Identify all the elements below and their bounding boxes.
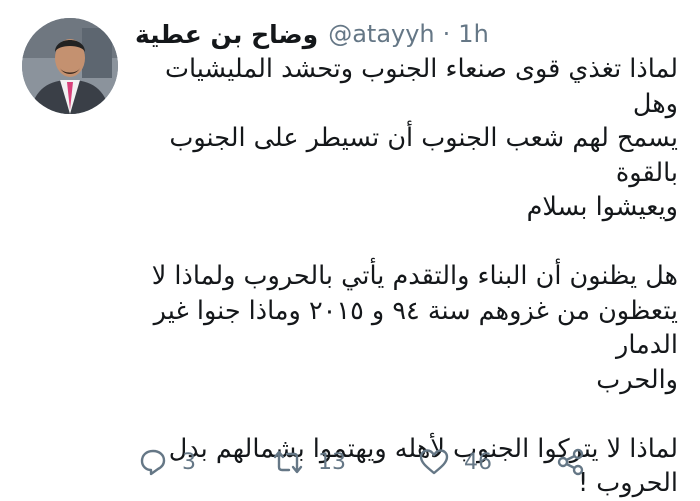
tweet-actions: 3 13 46 xyxy=(130,440,650,484)
retweet-button[interactable]: 13 xyxy=(272,440,346,484)
tweet-line: والحرب xyxy=(596,364,678,395)
author-name[interactable]: وضاح بن عطية xyxy=(135,20,318,49)
retweet-icon xyxy=(273,450,303,474)
author-handle[interactable]: @atayyh xyxy=(328,20,434,48)
share-button[interactable] xyxy=(556,440,586,484)
tweet-line: لماذا تغذي قوى صنعاء الجنوب وتحشد المليش… xyxy=(165,54,678,119)
reply-count: 3 xyxy=(182,449,196,475)
reply-button[interactable]: 3 xyxy=(138,440,196,484)
reply-icon xyxy=(140,449,166,476)
tweet-line: هل يظنون أن البناء والتقدم يأتي بالحروب … xyxy=(151,261,678,291)
like-button[interactable]: 46 xyxy=(418,440,492,484)
retweet-count: 13 xyxy=(318,449,346,475)
like-count: 46 xyxy=(464,449,492,475)
tweet-paragraph: هل يظنون أن البناء والتقدم يأتي بالحروب … xyxy=(130,259,678,397)
timestamp[interactable]: 1h xyxy=(458,20,488,48)
tweet-line: ويعيشوا بسلام xyxy=(526,192,678,222)
avatar[interactable] xyxy=(22,18,118,114)
tweet-paragraph: لماذا تغذي قوى صنعاء الجنوب وتحشد المليش… xyxy=(130,52,678,225)
tweet-line: يسمح لهم شعب الجنوب أن تسيطر على الجنوب … xyxy=(169,123,678,188)
tweet-line: يتعظون من غزوهم سنة ٩٤ و ٢٠١٥ وماذا جنوا… xyxy=(153,295,678,361)
tweet-text: لماذا تغذي قوى صنعاء الجنوب وتحشد المليش… xyxy=(130,52,678,501)
share-icon xyxy=(557,448,584,476)
like-icon xyxy=(419,449,449,475)
tweet-header: وضاح بن عطية @atayyh · 1h xyxy=(135,14,489,54)
separator: · xyxy=(442,20,451,48)
